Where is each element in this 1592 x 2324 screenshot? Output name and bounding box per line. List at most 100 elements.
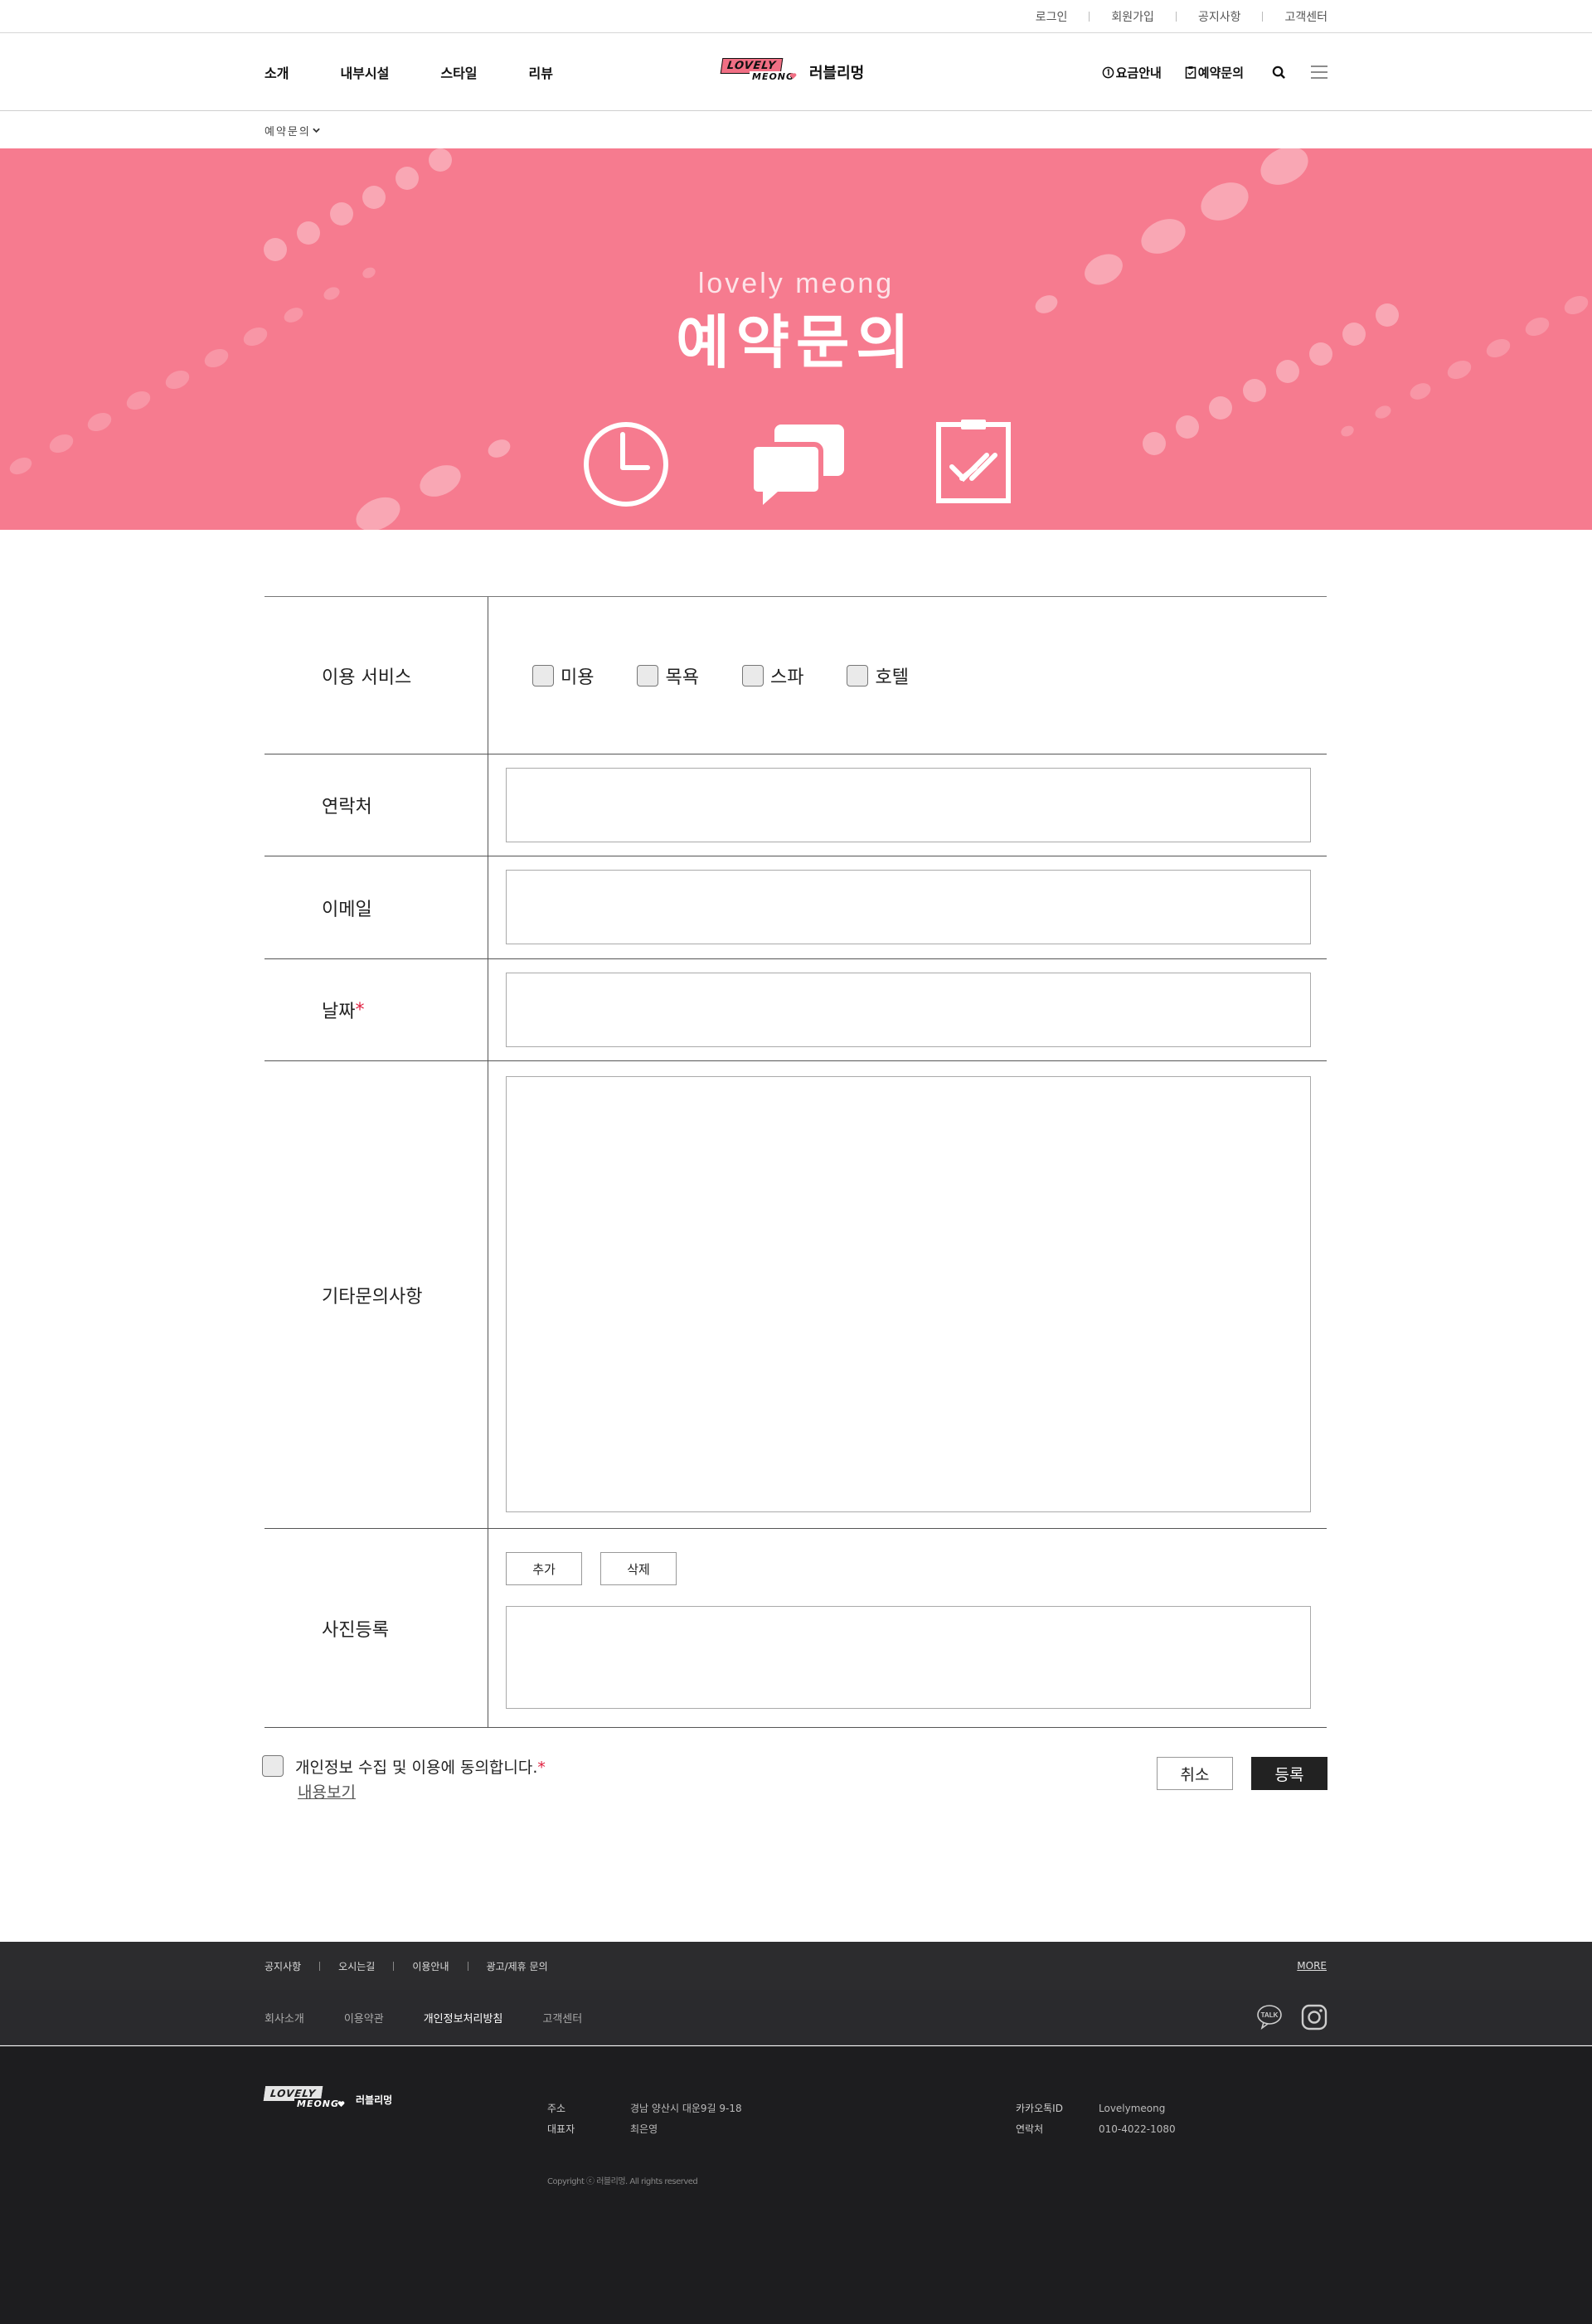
social-links: TALK (1240, 2004, 1327, 2034)
logo-mark: LOVELY MEONG (720, 58, 798, 86)
agree-checkbox[interactable] (262, 1755, 284, 1777)
date-field-cell (488, 959, 1327, 1060)
phone-label: 연락처 (1016, 2123, 1044, 2135)
email-field[interactable] (506, 870, 1311, 944)
divider (1262, 12, 1264, 22)
chevron-down-icon (313, 128, 320, 133)
kakao-info: 카카오톡ID Lovelymeong (1016, 2101, 1165, 2115)
footer-link-notice[interactable]: 공지사항 (265, 1959, 301, 1973)
contact-field[interactable] (506, 768, 1311, 842)
service-option-grooming[interactable]: 미용 (532, 662, 594, 689)
service-option-hotel[interactable]: 호텔 (847, 662, 909, 689)
kakao-label: 카카오톡ID (1016, 2103, 1063, 2114)
checkbox[interactable] (637, 664, 659, 687)
footer-link-terms[interactable]: 이용약관 (344, 2010, 384, 2026)
contact-row: 연락처 (265, 754, 1327, 856)
brand-logo[interactable]: LOVELY MEONG 러블리멍 (720, 58, 865, 86)
breadcrumb-label: 예약문의 (265, 126, 311, 138)
footer-link-ad-inquiry[interactable]: 광고/제휴 문의 (487, 1959, 548, 1973)
required-mark: * (355, 999, 365, 1021)
reservation-label: 예약문의 (1197, 65, 1244, 80)
login-link[interactable]: 로그인 (1036, 8, 1068, 25)
ceo-info: 대표자 최은영 (547, 2122, 658, 2136)
divider (1175, 12, 1177, 22)
contact-label: 연락처 (265, 754, 488, 856)
service-option-spa[interactable]: 스파 (741, 662, 803, 689)
email-field-cell (488, 856, 1327, 958)
divider (393, 1961, 395, 1971)
copyright: Copyright ⓒ 러블리멍. All rights reserved (547, 2177, 698, 2186)
coin-icon (1102, 66, 1114, 78)
more-link[interactable]: MORE (1297, 1942, 1327, 1990)
clock-icon (584, 422, 668, 507)
date-row: 날짜 * (265, 959, 1327, 1061)
service-checkboxes: 미용 목욕 스파 호텔 (532, 597, 952, 754)
kakao-value: Lovelymeong (1099, 2103, 1166, 2114)
notice-link[interactable]: 공지사항 (1198, 8, 1241, 25)
chat-icon (749, 425, 844, 505)
brand-name: 러블리멍 (809, 65, 865, 82)
agree-text: 개인정보 수집 및 이용에 동의합니다.* (295, 1759, 546, 1777)
phone-value: 010-4022-1080 (1099, 2123, 1176, 2135)
header-actions: 요금안내 예약문의 (1102, 33, 1327, 111)
nav-item-facility[interactable]: 내부시설 (340, 62, 389, 82)
customer-center-link[interactable]: 고객센터 (1284, 8, 1327, 25)
utility-bar: 로그인 회원가입 공지사항 고객센터 (0, 0, 1592, 33)
footer-link-company[interactable]: 회사소개 (265, 2010, 304, 2026)
date-label: 날짜 * (265, 959, 488, 1060)
checkbox[interactable] (741, 664, 764, 687)
utility-links: 로그인 회원가입 공지사항 고객센터 (1036, 0, 1327, 33)
talk-label: TALK (1261, 2011, 1279, 2019)
footer-link-guide[interactable]: 이용안내 (412, 1959, 449, 1973)
footer-link-support[interactable]: 고객센터 (542, 2010, 582, 2026)
footer-link-privacy[interactable]: 개인정보처리방침 (424, 2010, 503, 2026)
instagram-icon[interactable] (1301, 2004, 1327, 2034)
pricing-button[interactable]: 요금안내 (1102, 64, 1162, 81)
inquiry-textarea[interactable] (506, 1076, 1311, 1512)
search-icon[interactable] (1272, 65, 1286, 80)
phone-info: 연락처 010-4022-1080 (1016, 2122, 1176, 2136)
etc-field-cell (488, 1061, 1327, 1528)
logo-line2: MEONG (294, 2098, 342, 2109)
add-photo-button[interactable]: 추가 (506, 1552, 582, 1585)
divider (1089, 12, 1090, 22)
site-header: 소개 내부시설 스타일 리뷰 LOVELY MEONG 러블리멍 요금안내 예약… (0, 33, 1592, 111)
contact-field-cell (488, 754, 1327, 856)
privacy-agreement[interactable]: 개인정보 수집 및 이용에 동의합니다.* (262, 1755, 546, 1778)
footer-logo[interactable]: LOVELY MEONG 러블리멍 (263, 2086, 393, 2113)
clipboard-icon (1185, 66, 1196, 79)
checklist-icon (936, 420, 1011, 503)
ceo-value: 최은영 (630, 2123, 658, 2135)
checkbox[interactable] (847, 664, 869, 687)
menu-icon[interactable] (1311, 65, 1327, 79)
delete-photo-button[interactable]: 삭제 (600, 1552, 677, 1585)
view-terms-link[interactable]: 내용보기 (298, 1780, 356, 1802)
breadcrumb[interactable]: 예약문의 (265, 123, 320, 138)
nav-item-style[interactable]: 스타일 (440, 62, 477, 82)
signup-link[interactable]: 회원가입 (1111, 8, 1154, 25)
nav-item-about[interactable]: 소개 (265, 62, 289, 82)
kakaotalk-icon[interactable]: TALK (1256, 2004, 1284, 2034)
submit-button[interactable]: 등록 (1251, 1757, 1327, 1790)
nav-item-review[interactable]: 리뷰 (529, 62, 553, 82)
cancel-button[interactable]: 취소 (1157, 1757, 1233, 1790)
hero-icons (584, 420, 1011, 507)
service-option-bath[interactable]: 목욕 (637, 662, 699, 689)
footer-links-primary: 공지사항 오시는길 이용안내 광고/제휴 문의 (265, 1942, 548, 1990)
checkbox[interactable] (532, 664, 554, 687)
date-field[interactable] (506, 973, 1311, 1047)
pricing-label: 요금안내 (1115, 65, 1162, 80)
footer-link-directions[interactable]: 오시는길 (338, 1959, 375, 1973)
hero-banner: lovely meong 예약문의 (0, 148, 1592, 530)
photo-field-cell: 추가 삭제 (488, 1529, 1327, 1727)
photo-label: 사진등록 (265, 1529, 488, 1727)
service-label: 이용 서비스 (265, 597, 488, 754)
required-mark: * (537, 1759, 546, 1777)
address-value: 경남 양산시 대운9길 9-18 (630, 2103, 742, 2114)
email-row: 이메일 (265, 856, 1327, 959)
footer-brand-name: 러블리멍 (356, 2094, 393, 2106)
photo-row: 사진등록 추가 삭제 (265, 1529, 1327, 1728)
reservation-button[interactable]: 예약문의 (1185, 64, 1244, 81)
address-label: 주소 (547, 2103, 566, 2114)
photo-list[interactable] (506, 1606, 1311, 1709)
